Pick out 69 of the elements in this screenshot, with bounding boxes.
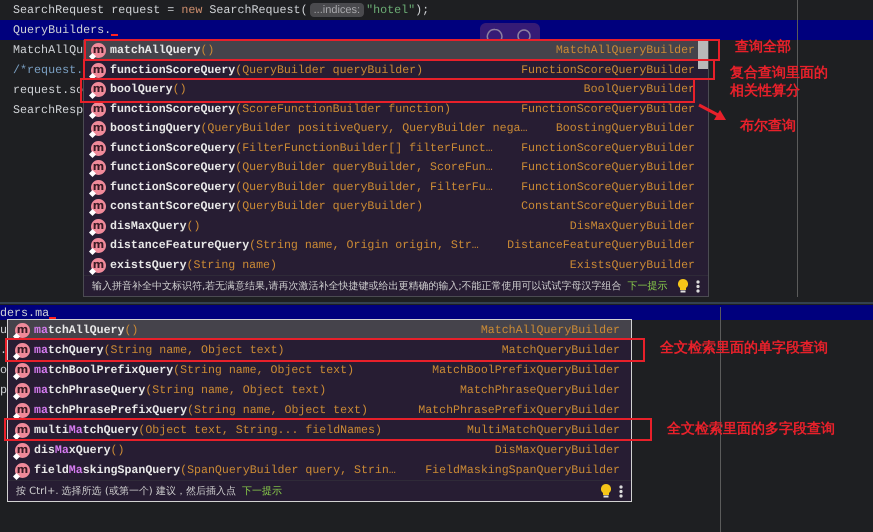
code-text: SearchRequest( xyxy=(208,3,308,17)
method-icon: m xyxy=(15,422,30,438)
method-icon: m xyxy=(15,362,30,378)
lightbulb-icon[interactable] xyxy=(678,279,688,293)
keyword: new xyxy=(181,3,202,17)
code-text: MatchAllQu xyxy=(13,43,84,57)
method-icon: m xyxy=(91,180,106,195)
completion-item[interactable]: m functionScoreQuery(QueryBuilder queryBuilder) FunctionScoreQueryBuilder xyxy=(84,60,698,80)
method-icon: m xyxy=(91,140,106,156)
hint-text: 按 Ctrl+. 选择所选 (或第一个) 建议，然后插入点 xyxy=(16,484,236,498)
completion-item[interactable]: m boolQuery() BoolQueryBuilder xyxy=(84,80,698,100)
next-tip-link[interactable]: 下一提示 xyxy=(628,279,668,293)
code-text: . xyxy=(0,343,8,357)
method-icon: m xyxy=(15,382,30,398)
method-icon: m xyxy=(91,258,106,273)
annotation-label: 查询全部 xyxy=(735,38,791,56)
code-text: SearchResp xyxy=(13,103,84,117)
completion-item[interactable]: m functionScoreQuery(QueryBuilder queryBuilder, ScoreFun… FunctionScoreQueryBuilder xyxy=(84,158,698,178)
method-icon: m xyxy=(91,82,106,98)
string-literal: "hotel" xyxy=(366,3,416,17)
method-icon: m xyxy=(91,199,106,214)
completion-item[interactable]: m functionScoreQuery(ScoreFunctionBuilder function) FunctionScoreQueryBuilder xyxy=(84,100,698,119)
annotation-label: 全文检索里面的多字段查询 xyxy=(667,420,835,438)
method-icon: m xyxy=(91,218,106,234)
completion-item[interactable]: m multiMatchQuery(Object text, String... fieldNames) MultiMatchQueryBuilder xyxy=(8,420,631,440)
method-icon: m xyxy=(15,322,30,338)
method-icon: m xyxy=(91,43,106,58)
completion-item[interactable]: m matchQuery(String name, Object text) MatchQueryBuilder xyxy=(8,340,631,360)
method-icon: m xyxy=(91,121,106,136)
parameter-hint: ...indices: xyxy=(310,3,364,17)
hint-text: 输入拼音补全中文标识符,若无满意结果,请再次激活补全快捷键或给出更精确的输入;不能正常使用可以试试字母汉字组合 xyxy=(92,280,622,293)
more-options-icon[interactable] xyxy=(696,280,700,292)
completion-item[interactable]: m matchBoolPrefixQuery(String name, Object text) MatchBoolPrefixQueryBuilder xyxy=(8,360,631,380)
annotation-arrow xyxy=(698,103,726,120)
completion-item[interactable]: m functionScoreQuery(FilterFunctionBuilder[] filterFunct… FunctionScoreQueryBuilder xyxy=(84,138,698,158)
method-icon: m xyxy=(91,62,106,78)
code-text: p xyxy=(0,383,8,397)
code-text: ders.ma xyxy=(0,306,50,320)
completion-item[interactable]: m distanceFeatureQuery(String name, Origin origin, Str… DistanceFeatureQueryBuilder xyxy=(84,236,698,256)
completion-item[interactable]: m matchAllQuery() MatchAllQueryBuilder xyxy=(8,320,631,340)
annotation-label: 布尔查询 xyxy=(740,117,796,135)
code-text: QueryBuilders. xyxy=(13,23,112,37)
scrollbar-thumb[interactable] xyxy=(698,41,708,69)
next-tip-link[interactable]: 下一提示 xyxy=(242,484,282,498)
method-icon: m xyxy=(15,462,30,478)
method-icon: m xyxy=(15,402,30,418)
completion-item[interactable]: m matchPhraseQuery(String name, Object text) MatchPhraseQueryBuilder xyxy=(8,380,631,400)
completion-item[interactable]: m matchPhrasePrefixQuery(String name, Object text) MatchPhrasePrefixQueryBuilder xyxy=(8,400,631,420)
method-icon: m xyxy=(15,442,30,458)
annotation-label: 相关性算分 xyxy=(730,82,801,100)
completion-item[interactable]: m disMaxQuery() DisMaxQueryBuilder xyxy=(8,440,631,460)
code-text: SearchRequest request = xyxy=(13,3,176,17)
code-text: u xyxy=(0,323,8,337)
more-options-icon[interactable] xyxy=(619,484,623,498)
code-text: o xyxy=(0,363,8,377)
completion-item[interactable]: m functionScoreQuery(QueryBuilder queryBuilder, FilterFu… FunctionScoreQueryBuilder xyxy=(84,178,698,197)
annotation-label: 全文检索里面的单字段查询 xyxy=(660,339,828,357)
completion-item[interactable]: m boostingQuery(QueryBuilder positiveQuery, QueryBuilder nega… BoostingQueryBuilder xyxy=(84,119,698,138)
method-icon: m xyxy=(91,160,106,176)
completion-item[interactable]: m constantScoreQuery(QueryBuilder queryBuilder) ConstantScoreQueryBuilder xyxy=(84,197,698,216)
annotation-label: 复合查询里面的 xyxy=(730,64,828,82)
completion-item[interactable]: m fieldMaskingSpanQuery(SpanQueryBuilder query, Strin… FieldMaskingSpanQueryBuilder xyxy=(8,460,631,480)
completion-item[interactable]: m existsQuery(String name) ExistsQueryBuilder xyxy=(84,256,698,275)
completion-item[interactable]: m disMaxQuery() DisMaxQueryBuilder xyxy=(84,216,698,236)
code-comment: /*request. xyxy=(13,63,84,77)
code-text: ); xyxy=(415,3,430,17)
method-icon: m xyxy=(15,342,30,358)
method-icon: m xyxy=(91,238,106,254)
lightbulb-icon[interactable] xyxy=(601,484,611,498)
